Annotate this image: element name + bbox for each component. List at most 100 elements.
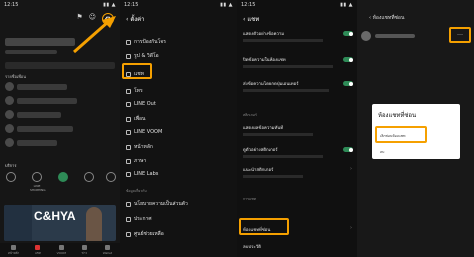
document-icon (126, 201, 131, 207)
profile-status (5, 50, 57, 54)
settings-item-voom[interactable]: LINE VOOM (126, 129, 162, 135)
settings-panel: 12:15 ▮▮ ▲ ‹ ตั้งค่า การป้องกันโจร รูป &… (120, 0, 237, 257)
service-item[interactable] (104, 172, 118, 184)
setting-row[interactable]: ส่งข้อความโดยกดปุ่มเอนเทอร์ (243, 80, 351, 92)
list-item[interactable] (17, 112, 61, 118)
dialog-title: ห้องแชทที่ซ่อน (378, 112, 417, 119)
banner-image (86, 207, 102, 241)
shield-icon (84, 172, 94, 182)
setting-row[interactable]: แสดงตัวอย่างข้อความ (243, 30, 351, 42)
settings-item-notices[interactable]: ประกาศ (126, 215, 152, 223)
coin-icon (58, 172, 68, 182)
chat-icon (35, 244, 41, 250)
home-icon (11, 244, 17, 250)
home-icon (126, 144, 131, 150)
service-item[interactable] (4, 172, 18, 184)
delete-option[interactable]: ลบ (380, 149, 384, 155)
toggle-switch[interactable] (343, 81, 353, 86)
status-icons: ▮▮ ▲ (340, 2, 353, 8)
banner-text: C&HYA (34, 209, 76, 223)
status-time: 12:15 (4, 2, 19, 8)
friend-avatar (5, 110, 14, 119)
toggle-switch[interactable] (343, 31, 353, 36)
profile-name[interactable] (5, 38, 75, 46)
page-title: ‹ แชท (243, 16, 260, 23)
service-item[interactable] (82, 172, 96, 184)
more-icon[interactable]: … (457, 30, 463, 37)
friend-avatar (5, 82, 14, 91)
nav-wallet[interactable]: Wallet (103, 245, 112, 255)
services-section-label: บริการ (5, 163, 17, 168)
labs-icon (126, 171, 131, 177)
toggle-switch[interactable] (343, 147, 353, 152)
promo-banner[interactable]: C&HYA (4, 205, 116, 241)
hidden-chat-dialog: ห้องแชทที่ซ่อน เลิกซ่อนห้องแชท ลบ (372, 104, 460, 159)
list-item[interactable] (17, 140, 57, 146)
bottom-nav: หน้าหลัก แชท VOOM ข่าว Wallet (0, 243, 120, 257)
settings-item-labs[interactable]: LINE Labs (126, 171, 158, 177)
toggle-switch[interactable] (343, 57, 353, 62)
setting-row[interactable]: แสดงผลข้อความทันที (243, 124, 351, 136)
bag-icon (32, 172, 42, 182)
nav-news[interactable]: ข่าว (81, 244, 87, 256)
setting-row[interactable]: ปิดข้อความในห้องแชท (243, 56, 351, 68)
chevron-right-icon: › (350, 166, 352, 172)
lock-icon (126, 39, 131, 45)
setting-row[interactable]: ลบประวัติ (243, 243, 351, 250)
service-item[interactable]: LINE SHOPPING (30, 172, 46, 192)
hidden-chat-row[interactable] (375, 34, 415, 38)
settings-item-language[interactable]: ภาษา (126, 157, 146, 165)
status-icons: ▮▮ ▲ (103, 2, 116, 8)
home-screen-panel: 12:15 ▮▮ ▲ ⚑ ☺ ⚙ รายชื่อเพื่อน บริการ LI… (0, 0, 120, 257)
language-icon (126, 158, 131, 164)
phone-icon (126, 88, 131, 94)
nav-home[interactable]: หน้าหลัก (8, 244, 19, 256)
friend-avatar (5, 138, 14, 147)
list-item[interactable] (17, 98, 77, 104)
highlight-hidden-chats (239, 218, 289, 235)
friends-icon (126, 116, 131, 122)
status-time: 12:15 (124, 2, 139, 8)
search-bar[interactable] (5, 62, 115, 69)
smile-icon (6, 172, 16, 182)
highlight-chats (122, 63, 152, 79)
news-icon (81, 244, 87, 250)
chevron-right-icon: › (350, 225, 352, 231)
list-item[interactable] (17, 84, 67, 90)
settings-item-help[interactable]: ศูนย์ช่วยเหลือ (126, 230, 164, 238)
settings-item-friends[interactable]: เพื่อน (126, 115, 145, 123)
highlight-unhide (375, 126, 427, 143)
section-label-about: ข้อมูลเกี่ยวกับ (126, 189, 147, 193)
friend-avatar (5, 124, 14, 133)
status-icons: ▮▮ ▲ (220, 2, 233, 8)
section-label: สติกเกอร์ (243, 113, 257, 117)
service-item[interactable] (56, 172, 70, 184)
chat-avatar (361, 31, 371, 41)
nav-chat[interactable]: แชท (35, 244, 41, 256)
wallet-icon (104, 245, 110, 250)
voom-icon (58, 245, 64, 250)
pointer-arrow-icon (73, 16, 116, 54)
settings-item-photos[interactable]: รูป & วิดีโอ (126, 52, 159, 60)
friends-section-label: รายชื่อเพื่อน (5, 74, 26, 79)
setting-row[interactable]: แนะนำสติกเกอร์ (243, 166, 351, 178)
megaphone-icon (126, 216, 131, 222)
settings-item-privacy[interactable]: นโยบายความเป็นส่วนตัว (126, 200, 188, 208)
gift-icon (106, 172, 116, 182)
settings-item-security[interactable]: การป้องกันโจร (126, 38, 166, 46)
settings-item-home[interactable]: หน้าหลัก (126, 143, 153, 151)
nav-voom[interactable]: VOOM (57, 245, 66, 255)
chat-settings-panel: 12:15 ▮▮ ▲ ‹ แชท แสดงตัวอย่างข้อความ ปิด… (237, 0, 357, 257)
page-title: ‹ ห้องแชทที่ซ่อน (369, 15, 405, 21)
settings-item-calls[interactable]: โทร (126, 87, 143, 95)
line-out-icon (126, 101, 131, 107)
photo-icon (126, 53, 131, 59)
settings-item-line-out[interactable]: LINE Out (126, 101, 156, 107)
help-icon (126, 231, 131, 237)
list-item[interactable] (17, 126, 73, 132)
page-title: ‹ ตั้งค่า (126, 16, 145, 23)
setting-row[interactable]: ดูตัวอย่างสติกเกอร์ (243, 146, 351, 158)
status-time: 12:15 (241, 2, 256, 8)
friend-avatar (5, 96, 14, 105)
voom-icon (126, 129, 131, 135)
